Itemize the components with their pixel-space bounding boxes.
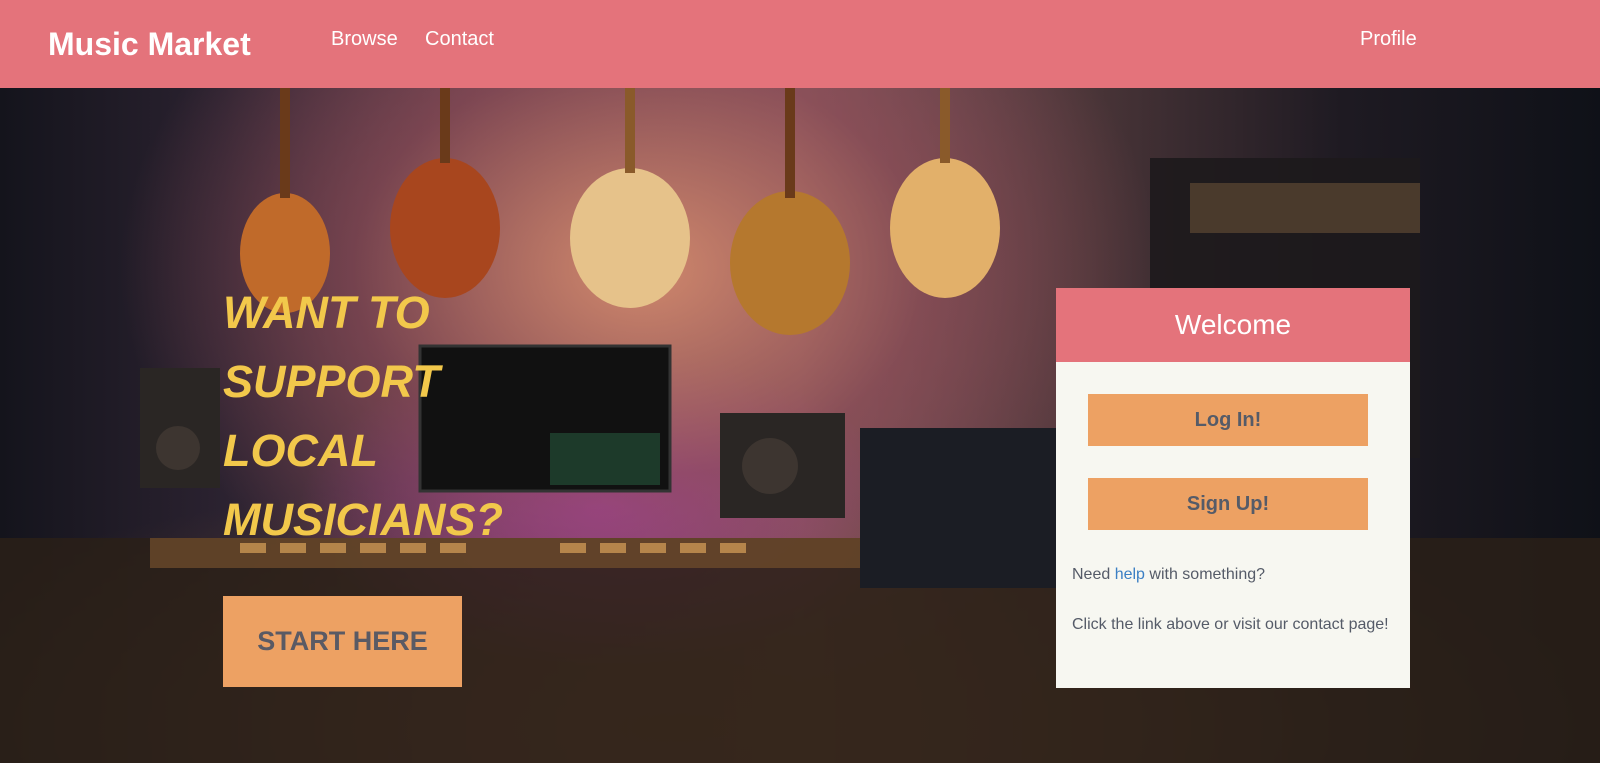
- contact-hint-text: Click the link above or visit our contac…: [1072, 616, 1389, 633]
- brand-logo-link[interactable]: Music Market: [48, 26, 251, 62]
- welcome-card: Welcome Log In! Sign Up! Need help with …: [1056, 288, 1410, 688]
- help-text-suffix: with something?: [1144, 566, 1266, 583]
- headline-line-3: LOCAL: [223, 425, 378, 476]
- help-text: Need help with something?: [1072, 565, 1265, 585]
- headline-line-2: SUPPORT: [223, 356, 440, 407]
- headline-line-4: MUSICIANS?: [223, 494, 503, 545]
- help-link[interactable]: help: [1115, 566, 1145, 583]
- hero-headline: WANT TO SUPPORT LOCAL MUSICIANS?: [223, 278, 553, 554]
- signup-button[interactable]: Sign Up!: [1088, 478, 1368, 530]
- top-navbar: Music Market Browse Contact Profile: [0, 0, 1600, 88]
- hero-section: WANT TO SUPPORT LOCAL MUSICIANS? START H…: [0, 88, 1600, 763]
- nav-contact-link[interactable]: Contact: [425, 27, 494, 51]
- nav-profile-link[interactable]: Profile: [1360, 27, 1417, 51]
- nav-browse-link[interactable]: Browse: [331, 27, 398, 51]
- help-text-prefix: Need: [1072, 566, 1115, 583]
- headline-line-1: WANT TO: [223, 287, 430, 338]
- login-button[interactable]: Log In!: [1088, 394, 1368, 446]
- start-here-button[interactable]: START HERE: [223, 596, 462, 687]
- welcome-card-title: Welcome: [1056, 288, 1410, 362]
